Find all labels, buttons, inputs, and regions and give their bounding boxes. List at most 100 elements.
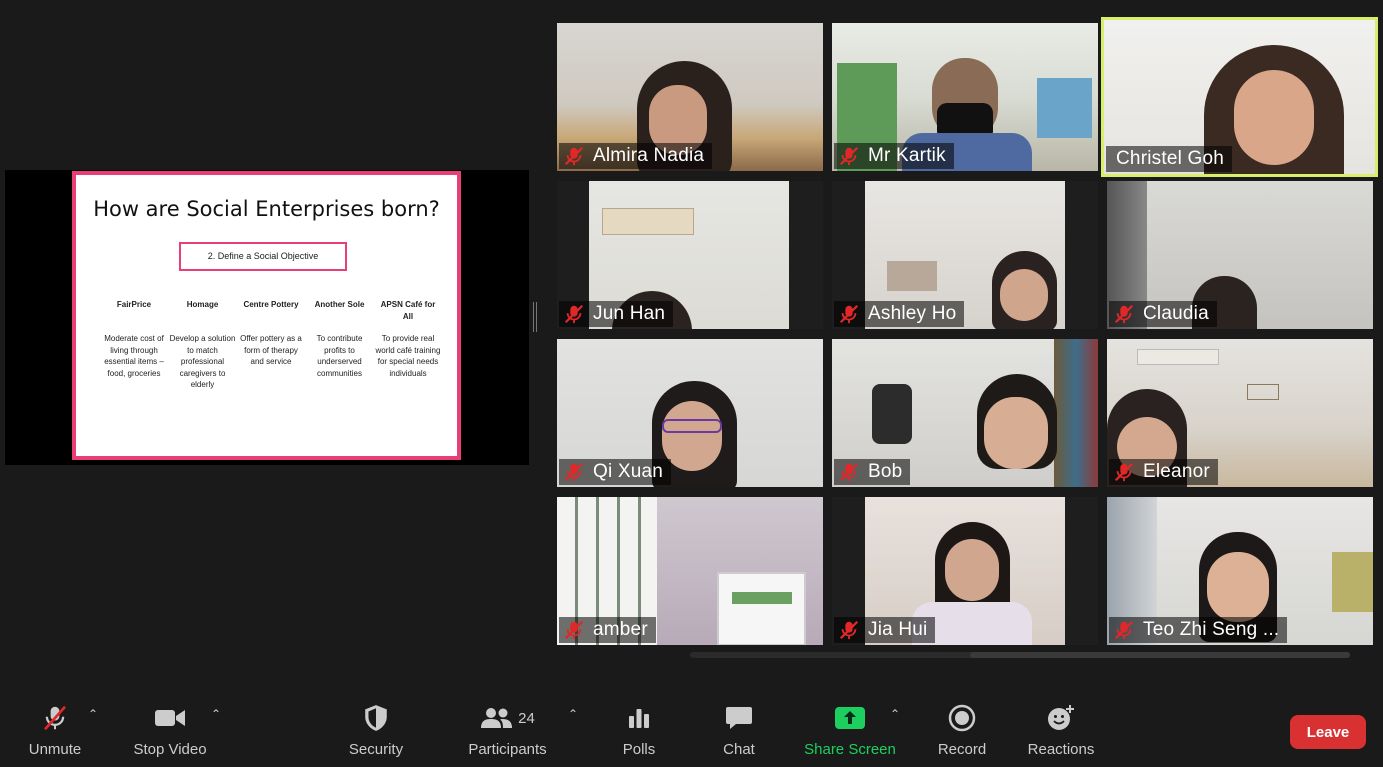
- video-tile[interactable]: Eleanor: [1107, 339, 1373, 487]
- participant-name: Teo Zhi Seng ...: [1143, 619, 1280, 640]
- share-options-chevron-up-icon[interactable]: ⌃: [890, 707, 902, 721]
- share-screen-label: Share Screen: [804, 741, 896, 758]
- polls-icon: [619, 701, 659, 735]
- meeting-toolbar: Unmute ⌃ Stop Video ⌃ Security 24 Partic…: [0, 693, 1383, 767]
- mic-muted-icon: [564, 620, 584, 640]
- participant-name: Almira Nadia: [593, 145, 705, 166]
- audio-options-chevron-up-icon[interactable]: ⌃: [88, 707, 100, 721]
- column-heading: Another Sole: [314, 300, 365, 309]
- participant-name: Ashley Ho: [868, 303, 957, 324]
- participant-name: Christel Goh: [1116, 148, 1224, 169]
- slide-column: Another Sole To contribute profits to un…: [307, 299, 373, 391]
- mic-muted-icon: [1114, 462, 1134, 482]
- participants-button[interactable]: 24 Participants: [465, 701, 550, 763]
- slide-column: FairPrice Moderate cost of living throug…: [101, 299, 167, 391]
- polls-button[interactable]: Polls: [617, 701, 661, 763]
- chat-icon: [719, 701, 759, 735]
- participant-name-tag: Qi Xuan: [559, 459, 672, 485]
- participant-name-tag: Eleanor: [1109, 459, 1218, 485]
- polls-label: Polls: [622, 741, 656, 758]
- video-tile[interactable]: Teo Zhi Seng ...: [1107, 497, 1373, 645]
- column-body: To provide real world café training for …: [375, 334, 441, 378]
- mic-muted-icon: [839, 304, 859, 324]
- chat-label: Chat: [723, 741, 755, 758]
- slide-column: Homage Develop a solution to match profe…: [170, 299, 236, 391]
- gallery-scrollbar[interactable]: [690, 652, 1350, 658]
- participants-icon: 24: [473, 701, 543, 735]
- participant-name-tag: amber: [559, 617, 656, 643]
- participant-name-tag: Christel Goh: [1106, 146, 1232, 172]
- column-heading: Centre Pottery: [243, 300, 299, 309]
- stop-video-label: Stop Video: [133, 741, 207, 758]
- column-heading: FairPrice: [116, 300, 152, 309]
- leave-button[interactable]: Leave: [1290, 715, 1366, 749]
- slide-columns: FairPrice Moderate cost of living throug…: [101, 299, 441, 391]
- column-body: Offer pottery as a form of therapy and s…: [240, 334, 302, 366]
- record-button[interactable]: Record: [934, 701, 990, 763]
- slide-objective-box: 2. Define a Social Objective: [179, 242, 347, 271]
- video-tile[interactable]: Bob: [832, 339, 1098, 487]
- mic-muted-icon: [564, 462, 584, 482]
- record-icon: [942, 701, 982, 735]
- video-camera-icon: [150, 701, 190, 735]
- gallery-scrollbar-thumb[interactable]: [970, 652, 1350, 658]
- participant-name-tag: Ashley Ho: [834, 301, 965, 327]
- chat-button[interactable]: Chat: [718, 701, 760, 763]
- slide-column: Centre Pottery Offer pottery as a form o…: [238, 299, 304, 391]
- slide-title: How are Social Enterprises born?: [93, 197, 440, 221]
- shield-icon: [356, 701, 396, 735]
- slide-column: APSN Café for All To provide real world …: [375, 299, 441, 391]
- video-tile[interactable]: amber: [557, 497, 823, 645]
- participant-name-tag: Bob: [834, 459, 911, 485]
- unmute-button[interactable]: Unmute: [24, 701, 86, 763]
- record-label: Record: [937, 741, 987, 758]
- column-body: Develop a solution to match professional…: [169, 334, 236, 389]
- mic-muted-icon: [1114, 620, 1134, 640]
- video-tile[interactable]: Jun Han: [557, 181, 823, 329]
- participant-name: Mr Kartik: [868, 145, 946, 166]
- shared-screen: How are Social Enterprises born? 2. Defi…: [5, 170, 529, 465]
- participant-name: amber: [593, 619, 648, 640]
- video-tile[interactable]: Jia Hui: [832, 497, 1098, 645]
- video-options-chevron-up-icon[interactable]: ⌃: [211, 707, 223, 721]
- share-screen-icon: [830, 701, 870, 735]
- stop-video-button[interactable]: Stop Video: [130, 701, 210, 763]
- participant-name: Qi Xuan: [593, 461, 664, 482]
- participants-options-chevron-up-icon[interactable]: ⌃: [568, 707, 580, 721]
- participants-label: Participants: [468, 741, 547, 758]
- column-heading: Homage: [186, 300, 219, 309]
- share-screen-button[interactable]: Share Screen: [803, 701, 897, 763]
- video-tile[interactable]: Ashley Ho: [832, 181, 1098, 329]
- participants-count: 24: [518, 709, 535, 727]
- participant-name-tag: Jia Hui: [834, 617, 936, 643]
- mic-muted-icon: [839, 462, 859, 482]
- participant-name: Bob: [868, 461, 903, 482]
- reactions-label: Reactions: [1027, 741, 1095, 758]
- mic-muted-icon: [35, 701, 75, 735]
- participant-name-tag: Teo Zhi Seng ...: [1109, 617, 1288, 643]
- participant-name-tag: Mr Kartik: [834, 143, 954, 169]
- participant-name: Jun Han: [593, 303, 666, 324]
- video-tile[interactable]: Almira Nadia: [557, 23, 823, 171]
- video-tile[interactable]: Mr Kartik: [832, 23, 1098, 171]
- column-body: Moderate cost of living through essentia…: [104, 334, 164, 378]
- security-button[interactable]: Security: [345, 701, 407, 763]
- participant-name: Claudia: [1143, 303, 1209, 324]
- mic-muted-icon: [839, 620, 859, 640]
- unmute-label: Unmute: [28, 741, 82, 758]
- video-tile[interactable]: Claudia: [1107, 181, 1373, 329]
- mic-muted-icon: [1114, 304, 1134, 324]
- reactions-button[interactable]: Reactions: [1026, 701, 1096, 763]
- mic-muted-icon: [564, 146, 584, 166]
- video-tile[interactable]: Qi Xuan: [557, 339, 823, 487]
- participant-name: Eleanor: [1143, 461, 1210, 482]
- resize-handle[interactable]: [533, 302, 537, 332]
- security-label: Security: [348, 741, 404, 758]
- participant-name-tag: Claudia: [1109, 301, 1217, 327]
- reactions-icon: [1041, 701, 1081, 735]
- mic-muted-icon: [839, 146, 859, 166]
- mic-muted-icon: [564, 304, 584, 324]
- participant-name-tag: Jun Han: [559, 301, 674, 327]
- participant-name-tag: Almira Nadia: [559, 143, 713, 169]
- video-tile-active-speaker[interactable]: Christel Goh: [1101, 17, 1378, 177]
